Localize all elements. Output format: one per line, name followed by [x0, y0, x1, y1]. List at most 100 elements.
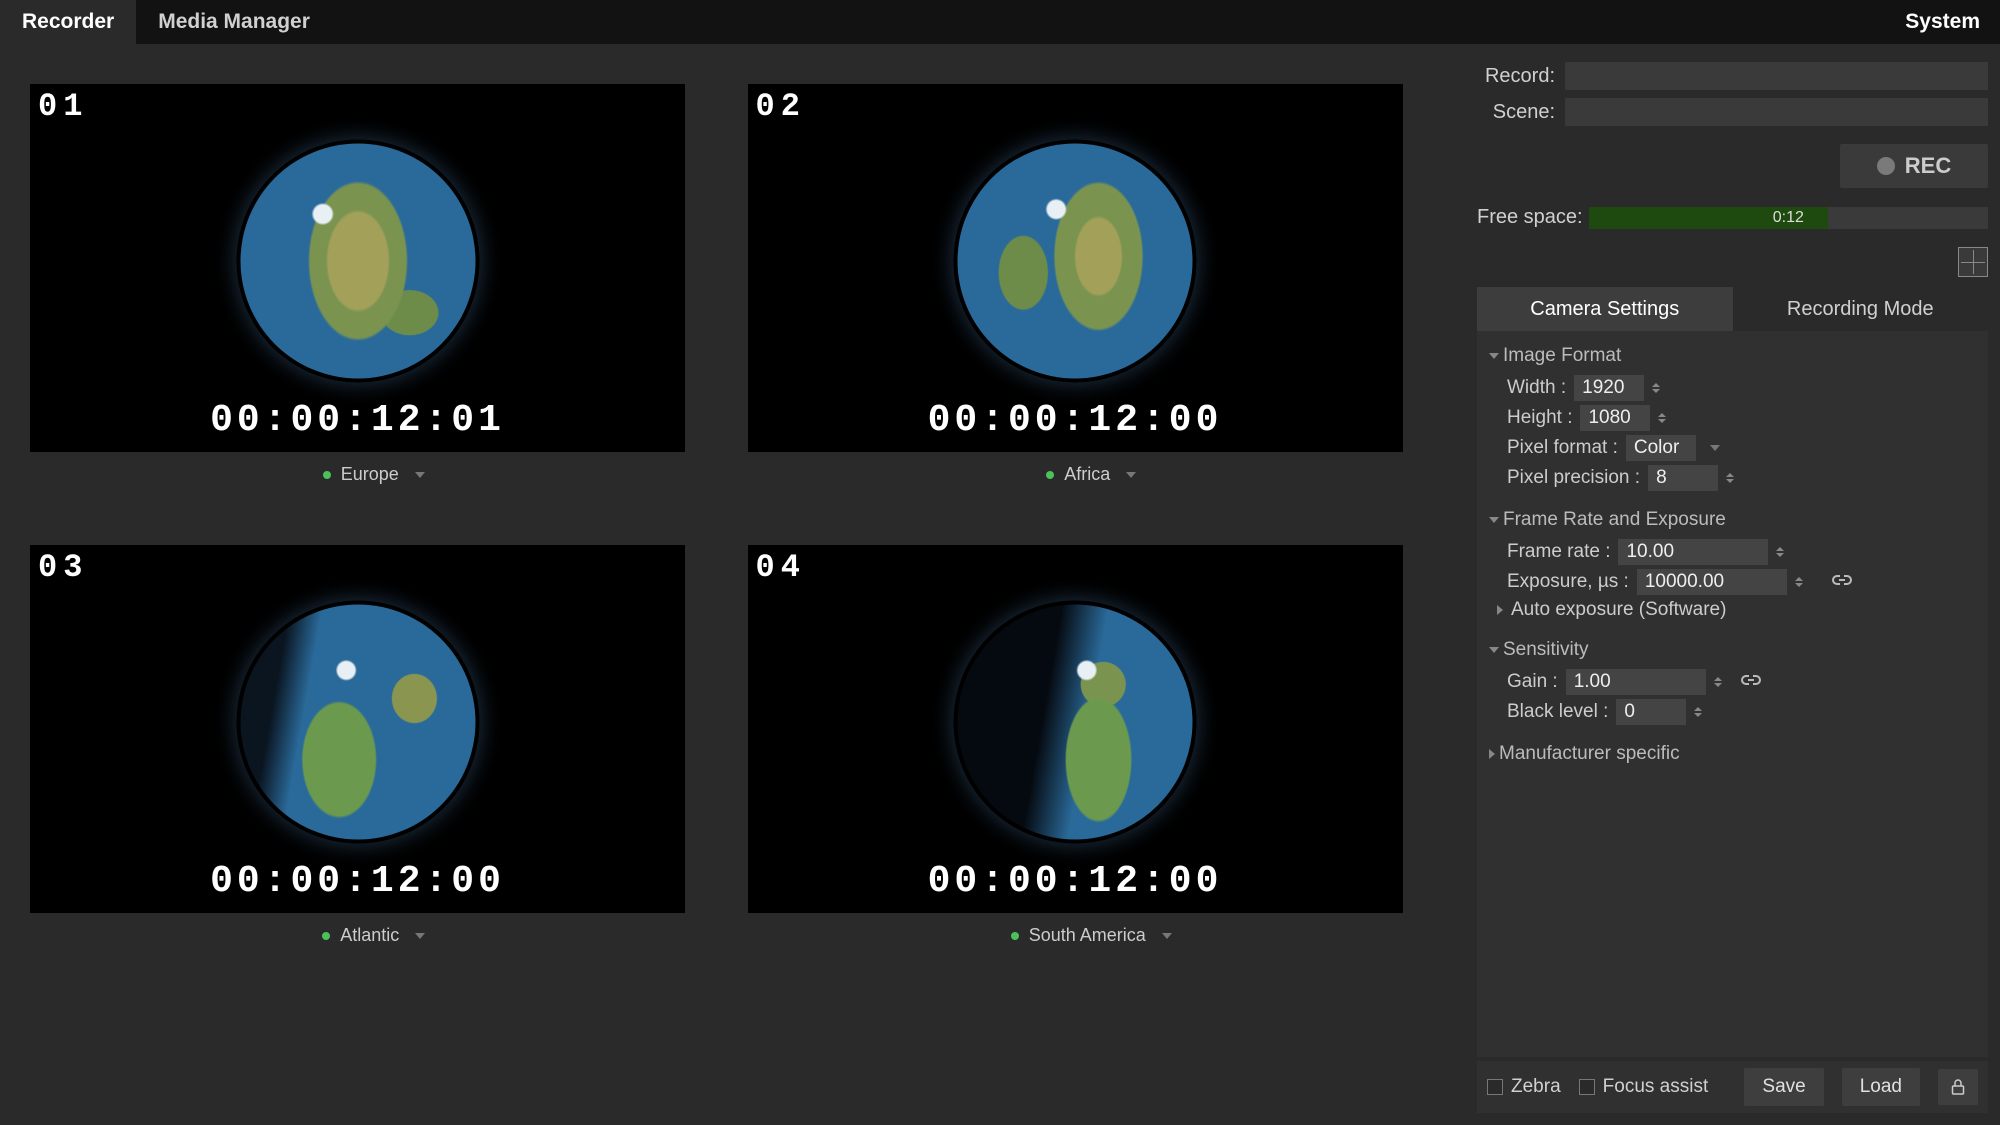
height-value[interactable]: 1080: [1580, 405, 1650, 431]
pixel-precision-label: Pixel precision :: [1507, 467, 1640, 489]
focus-assist-label: Focus assist: [1603, 1076, 1709, 1098]
scene-label: Scene:: [1477, 101, 1555, 124]
globe-icon: [958, 604, 1193, 839]
section-manufacturer[interactable]: Manufacturer specific: [1489, 743, 1976, 765]
section-image-format[interactable]: Image Format: [1489, 345, 1976, 367]
auto-exposure-label: Auto exposure (Software): [1511, 599, 1726, 621]
camera-tile-1: 01 00:00:12:01 Europe: [30, 84, 718, 485]
checkbox-icon: [1487, 1079, 1503, 1095]
gain-value[interactable]: 1.00: [1566, 669, 1706, 695]
preview-area: 01 00:00:12:01 Europe 02 00:00:12:00: [0, 44, 1465, 1125]
section-frame-rate[interactable]: Frame Rate and Exposure: [1489, 509, 1976, 531]
zebra-checkbox[interactable]: Zebra: [1487, 1076, 1561, 1098]
triangle-down-icon: [1489, 353, 1499, 359]
triangle-right-icon: [1497, 605, 1503, 615]
black-level-spinner[interactable]: [1694, 703, 1706, 721]
camera-name: Atlantic: [340, 925, 399, 946]
black-level-value[interactable]: 0: [1616, 699, 1686, 725]
scene-input[interactable]: [1565, 98, 1988, 126]
globe-icon: [240, 604, 475, 839]
record-label: Record:: [1477, 65, 1555, 88]
status-dot-icon: [322, 932, 330, 940]
checkbox-icon: [1579, 1079, 1595, 1095]
tab-camera-settings[interactable]: Camera Settings: [1477, 287, 1733, 331]
free-space-text: 0:12: [1589, 207, 1988, 229]
camera-tile-3: 03 00:00:12:00 Atlantic: [30, 545, 718, 946]
chevron-down-icon: [415, 472, 425, 478]
triangle-down-icon: [1489, 647, 1499, 653]
section-title: Manufacturer specific: [1499, 743, 1680, 765]
section-title: Image Format: [1503, 345, 1621, 367]
globe-icon: [240, 143, 475, 378]
camera-name: South America: [1029, 925, 1146, 946]
camera-number: 02: [756, 88, 806, 125]
pixel-format-value[interactable]: Color: [1626, 435, 1696, 461]
gain-spinner[interactable]: [1714, 673, 1726, 691]
settings-panel: Image Format Width : 1920 Height : 1080 …: [1477, 331, 1988, 1057]
status-dot-icon: [323, 471, 331, 479]
section-title: Sensitivity: [1503, 639, 1589, 661]
tab-recorder[interactable]: Recorder: [0, 0, 136, 44]
free-space-bar: 0:12: [1589, 207, 1988, 229]
camera-number: 04: [756, 549, 806, 586]
width-value[interactable]: 1920: [1574, 375, 1644, 401]
lock-icon: [1950, 1078, 1966, 1096]
camera-feed-1[interactable]: 01 00:00:12:01: [30, 84, 685, 452]
triangle-down-icon: [1489, 517, 1499, 523]
camera-label-2[interactable]: Africa: [748, 464, 1436, 485]
camera-timecode: 00:00:12:00: [30, 860, 685, 903]
exposure-value[interactable]: 10000.00: [1637, 569, 1787, 595]
link-icon[interactable]: [1831, 571, 1853, 593]
camera-label-1[interactable]: Europe: [30, 464, 718, 485]
pixel-format-label: Pixel format :: [1507, 437, 1618, 459]
tab-recording-mode[interactable]: Recording Mode: [1733, 287, 1989, 331]
bottom-bar: Zebra Focus assist Save Load: [1477, 1061, 1988, 1113]
status-dot-icon: [1011, 932, 1019, 940]
pixel-precision-spinner[interactable]: [1726, 469, 1738, 487]
height-spinner[interactable]: [1658, 409, 1670, 427]
topbar-spacer: [332, 0, 1885, 44]
pixel-precision-value[interactable]: 8: [1648, 465, 1718, 491]
section-sensitivity[interactable]: Sensitivity: [1489, 639, 1976, 661]
camera-timecode: 00:00:12:00: [748, 399, 1403, 442]
camera-tile-2: 02 00:00:12:00 Africa: [748, 84, 1436, 485]
camera-timecode: 00:00:12:00: [748, 860, 1403, 903]
grid-layout-icon[interactable]: [1958, 247, 1988, 277]
focus-assist-checkbox[interactable]: Focus assist: [1579, 1076, 1709, 1098]
frame-rate-spinner[interactable]: [1776, 543, 1788, 561]
save-button[interactable]: Save: [1744, 1068, 1823, 1106]
record-button[interactable]: REC: [1840, 144, 1988, 188]
frame-rate-label: Frame rate :: [1507, 541, 1610, 563]
camera-feed-2[interactable]: 02 00:00:12:00: [748, 84, 1403, 452]
status-dot-icon: [1046, 471, 1054, 479]
load-button[interactable]: Load: [1842, 1068, 1920, 1106]
gain-label: Gain :: [1507, 671, 1558, 693]
triangle-right-icon: [1489, 749, 1495, 759]
camera-feed-3[interactable]: 03 00:00:12:00: [30, 545, 685, 913]
record-button-label: REC: [1905, 153, 1951, 179]
camera-number: 03: [38, 549, 88, 586]
camera-name: Africa: [1064, 464, 1110, 485]
record-input[interactable]: [1565, 62, 1988, 90]
black-level-label: Black level :: [1507, 701, 1608, 723]
camera-timecode: 00:00:12:01: [30, 399, 685, 442]
chevron-down-icon: [415, 933, 425, 939]
system-button[interactable]: System: [1885, 0, 2000, 44]
camera-label-4[interactable]: South America: [748, 925, 1436, 946]
chevron-down-icon: [1162, 933, 1172, 939]
height-label: Height :: [1507, 407, 1572, 429]
exposure-spinner[interactable]: [1795, 573, 1807, 591]
camera-feed-4[interactable]: 04 00:00:12:00: [748, 545, 1403, 913]
side-panel: Record: Scene: REC Free space: 0:12 Came…: [1465, 44, 2000, 1125]
frame-rate-value[interactable]: 10.00: [1618, 539, 1768, 565]
camera-label-3[interactable]: Atlantic: [30, 925, 718, 946]
globe-icon: [958, 143, 1193, 378]
auto-exposure-row[interactable]: Auto exposure (Software): [1497, 599, 1976, 621]
width-spinner[interactable]: [1652, 379, 1664, 397]
tab-media-manager[interactable]: Media Manager: [136, 0, 332, 44]
link-icon[interactable]: [1740, 671, 1762, 693]
chevron-down-icon: [1710, 445, 1720, 451]
lock-button[interactable]: [1938, 1069, 1978, 1105]
camera-number: 01: [38, 88, 88, 125]
chevron-down-icon: [1126, 472, 1136, 478]
